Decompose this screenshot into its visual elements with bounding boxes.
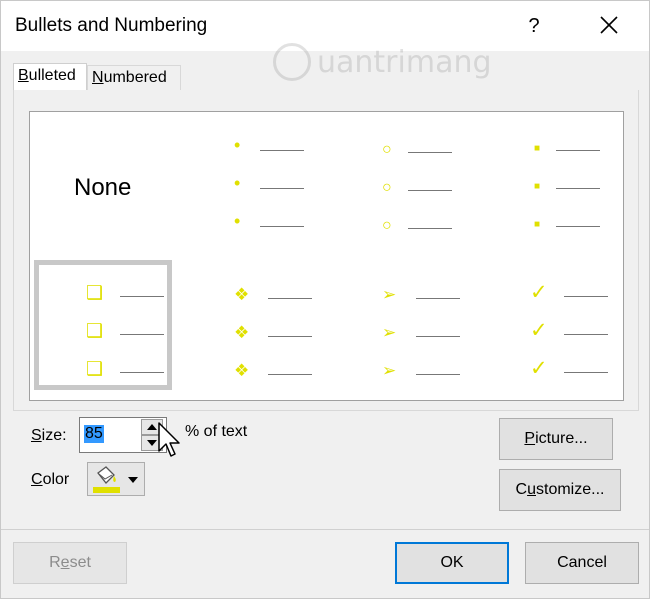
four-diamond-bullet-icon: ❖ [234, 361, 250, 380]
tab-bulleted-access-key: B [18, 67, 29, 84]
dropdown-arrow-icon [128, 477, 138, 483]
four-diamond-bullet-icon: ❖ [234, 285, 250, 304]
reset-label-rest: set [69, 554, 91, 571]
four-diamond-bullet-icon: ❖ [234, 323, 250, 342]
reset-button[interactable]: Reset [13, 542, 127, 584]
color-swatch [93, 487, 120, 493]
watermark-text: uantrimang [317, 45, 492, 80]
tab-numbered-label: umbered [103, 69, 167, 86]
none-label: None [74, 174, 132, 201]
cancel-button[interactable]: Cancel [525, 542, 639, 584]
checkmark-bullet-icon: ✓ [530, 281, 548, 304]
customize-button[interactable]: Customize... [499, 469, 621, 511]
hollow-round-bullet-icon: ○ [382, 217, 392, 234]
picture-access-key: P [524, 430, 536, 447]
footer-divider [1, 529, 649, 530]
hollow-round-bullet-icon: ○ [382, 141, 392, 158]
tab-bulleted[interactable]: Bulleted [13, 63, 87, 91]
filled-square-bullet-icon: ■ [534, 219, 541, 230]
filled-round-bullet-icon: • [234, 135, 241, 155]
color-picker-button[interactable] [87, 462, 145, 496]
paint-bucket-icon [93, 466, 120, 493]
size-label: Size: [31, 427, 67, 445]
size-label-text: ize: [41, 427, 67, 444]
bullet-style-grid: None • • • ○ ○ ○ ■ ■ ■ ❑ ❑ ❑ ❖ ❖ ❖ ➢ ➢ ➢… [29, 111, 624, 401]
tab-numbered-access-key: N [92, 69, 104, 86]
bullet-option-hollow-round[interactable]: ○ ○ ○ [326, 112, 472, 256]
color-label-text: olor [42, 471, 70, 488]
filled-round-bullet-icon: • [234, 211, 241, 231]
close-icon [600, 16, 618, 34]
tab-bulleted-label: ulleted [28, 67, 76, 84]
ok-button[interactable]: OK [395, 542, 509, 584]
watermark: uantrimang [273, 39, 503, 87]
arrowhead-bullet-icon: ➢ [382, 323, 397, 342]
reset-access-key: e [60, 554, 70, 571]
q-logo-icon [273, 43, 311, 81]
customize-label-start: C [515, 481, 528, 498]
hollow-round-bullet-icon: ○ [382, 179, 392, 196]
filled-square-bullet-icon: ■ [534, 181, 541, 192]
size-value: 85 [84, 425, 104, 443]
bullets-numbering-dialog: Bullets and Numbering ? uantrimang Bulle… [0, 0, 650, 599]
customize-label-rest: stomize... [536, 481, 605, 498]
arrowhead-bullet-icon: ➢ [382, 285, 397, 304]
filled-square-bullet-icon: ■ [534, 143, 541, 154]
size-label-access-key: S [31, 427, 42, 444]
hollow-square-bullet-icon: ❑ [86, 321, 104, 342]
bullet-option-arrowhead[interactable]: ➢ ➢ ➢ [326, 256, 472, 400]
bullet-option-filled-square[interactable]: ■ ■ ■ [474, 112, 620, 256]
color-label-access-key: C [31, 471, 43, 488]
customize-access-key: u [527, 481, 536, 498]
bullet-option-four-diamond[interactable]: ❖ ❖ ❖ [178, 256, 324, 400]
hollow-square-bullet-icon: ❑ [86, 359, 104, 380]
bullet-option-filled-round[interactable]: • • • [178, 112, 324, 256]
size-unit-label: % of text [185, 423, 248, 440]
bullet-option-none[interactable]: None [30, 112, 176, 256]
hollow-square-bullet-icon: ❑ [86, 283, 104, 304]
mouse-cursor-icon [158, 422, 180, 457]
dialog-title: Bullets and Numbering [15, 15, 208, 36]
picture-label: icture... [535, 430, 588, 447]
filled-round-bullet-icon: • [234, 173, 241, 193]
tab-numbered[interactable]: Numbered [87, 65, 181, 91]
color-label: Color [31, 471, 69, 489]
arrowhead-bullet-icon: ➢ [382, 361, 397, 380]
help-button[interactable]: ? [517, 9, 551, 43]
close-button[interactable] [591, 9, 627, 43]
checkmark-bullet-icon: ✓ [530, 319, 548, 342]
reset-label-start: R [49, 554, 61, 571]
bullet-option-checkmark[interactable]: ✓ ✓ ✓ [474, 256, 620, 400]
bullet-option-hollow-square[interactable]: ❑ ❑ ❑ [30, 256, 176, 400]
picture-button[interactable]: Picture... [499, 418, 613, 460]
checkmark-bullet-icon: ✓ [530, 357, 548, 380]
